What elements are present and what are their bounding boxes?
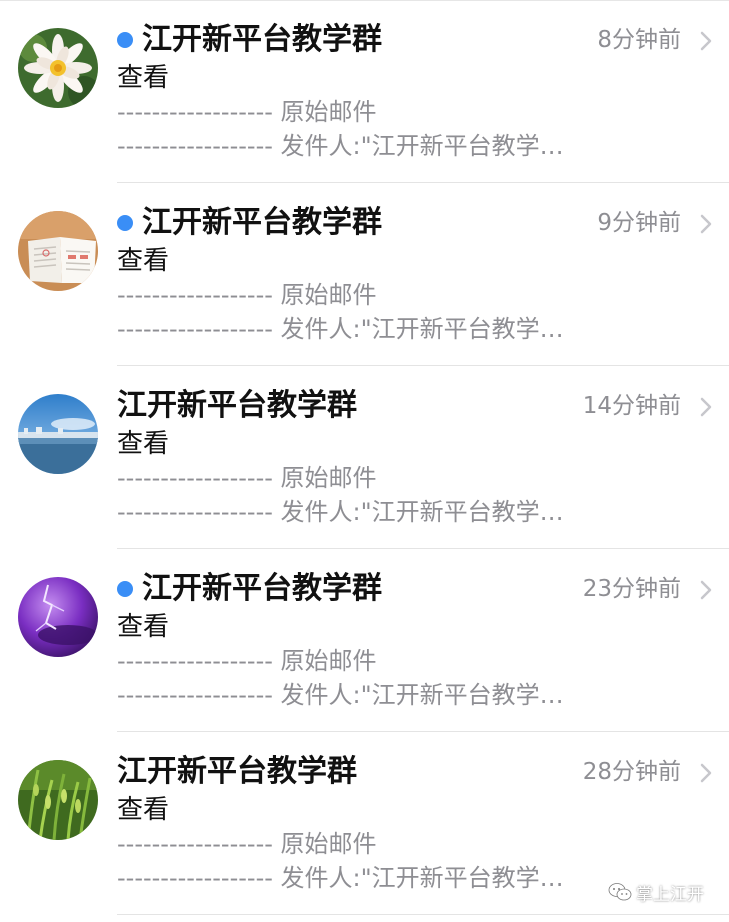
unread-indicator xyxy=(117,215,133,231)
sender-name: 江开新平台教学群 xyxy=(117,388,357,423)
preview-line: ------------------ 发件人:"江开新平台教学… xyxy=(117,681,564,709)
preview-line: ------------------ 原始邮件 xyxy=(117,830,377,858)
mail-subject: 查看 xyxy=(117,246,170,276)
mail-list-item[interactable]: 江开新平台教学群 23分钟前 查看 ------------------ 原始邮… xyxy=(0,549,729,732)
preview-line: ------------------ 发件人:"江开新平台教学… xyxy=(117,315,564,343)
sender-name: 江开新平台教学群 xyxy=(142,22,382,57)
mail-subject: 查看 xyxy=(117,429,170,459)
mail-subject: 查看 xyxy=(117,612,170,642)
watermark-text: 掌上江开 xyxy=(636,884,704,905)
mail-list-item[interactable]: 江开新平台教学群 8分钟前 查看 ------------------ 原始邮件… xyxy=(0,0,729,183)
sender-name: 江开新平台教学群 xyxy=(117,754,357,789)
sender-name: 江开新平台教学群 xyxy=(142,205,382,240)
preview-line: ------------------ 发件人:"江开新平台教学… xyxy=(117,132,564,160)
timestamp: 28分钟前 xyxy=(582,759,681,785)
chevron-right-icon xyxy=(700,397,712,417)
preview-line: ------------------ 原始邮件 xyxy=(117,98,377,126)
lake-sky-avatar xyxy=(18,394,98,474)
mail-subject: 查看 xyxy=(117,795,170,825)
mail-subject: 查看 xyxy=(117,63,170,93)
unread-indicator xyxy=(117,32,133,48)
timestamp: 8分钟前 xyxy=(597,27,681,53)
mail-list-item[interactable]: 江开新平台教学群 9分钟前 查看 ------------------ 原始邮件… xyxy=(0,183,729,366)
unread-indicator xyxy=(117,581,133,597)
chevron-right-icon xyxy=(700,214,712,234)
sender-name: 江开新平台教学群 xyxy=(142,571,382,606)
timestamp: 14分钟前 xyxy=(582,393,681,419)
mail-list: 江开新平台教学群 8分钟前 查看 ------------------ 原始邮件… xyxy=(0,0,729,915)
chevron-right-icon xyxy=(700,31,712,51)
timestamp: 9分钟前 xyxy=(597,210,681,236)
chevron-right-icon xyxy=(700,580,712,600)
row-divider xyxy=(117,914,729,915)
preview-line: ------------------ 发件人:"江开新平台教学… xyxy=(117,864,564,892)
green-grass-avatar xyxy=(18,760,98,840)
preview-line: ------------------ 原始邮件 xyxy=(117,464,377,492)
wechat-icon xyxy=(608,883,632,901)
water-lily-avatar xyxy=(18,28,98,108)
timestamp: 23分钟前 xyxy=(582,576,681,602)
chevron-right-icon xyxy=(700,763,712,783)
mail-list-item[interactable]: 江开新平台教学群 14分钟前 查看 ------------------ 原始邮… xyxy=(0,366,729,549)
preview-line: ------------------ 发件人:"江开新平台教学… xyxy=(117,498,564,526)
watermark: 掌上江开 xyxy=(608,878,704,906)
preview-line: ------------------ 原始邮件 xyxy=(117,281,377,309)
preview-line: ------------------ 原始邮件 xyxy=(117,647,377,675)
purple-lightning-avatar xyxy=(18,577,98,657)
open-book-avatar xyxy=(18,211,98,291)
